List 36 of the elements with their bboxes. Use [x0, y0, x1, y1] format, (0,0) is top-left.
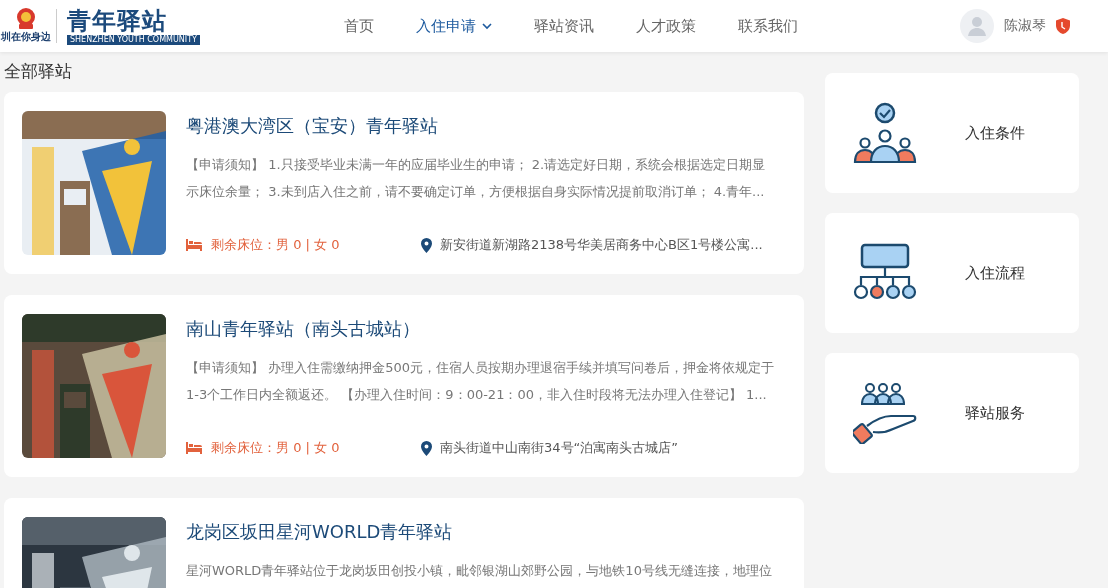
- nav-link[interactable]: 人才政策: [636, 16, 696, 36]
- station-notice: 【申请须知】 1.只接受毕业未满一年的应届毕业生的申请； 2.请选定好日期，系统会根据选定日期显示床位余量； 3.未到店入住之前，请不要确定订单，方便根据自身实际情况提前取消订单； 4.青年...: [186, 156, 767, 201]
- logo-slogan: 圳在你身边: [1, 30, 51, 44]
- nav-link[interactable]: 入住申请: [416, 16, 492, 36]
- side-link-card[interactable]: 驿站服务: [825, 353, 1079, 473]
- station-address: 新安街道新湖路2138号华美居商务中心B区1号楼公寓...: [440, 236, 763, 254]
- nav-link[interactable]: 首页: [344, 16, 374, 36]
- beds-remaining: 剩余床位：男 0 | 女 0: [211, 236, 340, 254]
- logo-title: 青年驿站: [67, 7, 167, 35]
- location-pin-icon: [421, 440, 432, 456]
- shield-icon[interactable]: [1056, 18, 1070, 34]
- station-address: 南头街道中山南街34号“泊寓南头古城店”: [440, 439, 678, 457]
- bed-icon: [186, 239, 202, 251]
- side-link-card[interactable]: 入住流程: [825, 213, 1079, 333]
- station-card[interactable]: 南山青年驿站（南头古城站） 【申请须知】 办理入住需缴纳押金500元，住宿人员按期办理退宿手续并填写问卷后，押金将依规定于1-3个工作日内全额返还。 【办理入住时间：9：00-21：00，非入住时段将无法办理入住登记】 1... 剩余床位：男 0 | 女 0 南头街道中山南街34号“泊寓南头古城店”: [4, 295, 804, 477]
- people-check-icon: [853, 102, 917, 164]
- side-link-label: 驿站服务: [965, 403, 1025, 423]
- side-link-label: 入住流程: [965, 263, 1025, 283]
- side-link-label: 入住条件: [965, 123, 1025, 143]
- bed-icon: [186, 442, 202, 454]
- station-notice: 星河WORLD青年驿站位于龙岗坂田创投小镇，毗邻银湖山郊野公园，与地铁10号线无缝连接，地理位: [186, 562, 773, 580]
- station-card[interactable]: 龙岗区坂田星河WORLD青年驿站 星河WORLD青年驿站位于龙岗坂田创投小镇，毗邻银湖山郊野公园，与地铁10号线无缝连接，地理位: [4, 498, 804, 588]
- station-notice: 【申请须知】 办理入住需缴纳押金500元，住宿人员按期办理退宿手续并填写问卷后，押金将依规定于1-3个工作日内全额返还。 【办理入住时间：9：00-21：00，非入住时段将无法办理入住登记】 1...: [186, 359, 775, 404]
- station-card[interactable]: 粤港澳大湾区（宝安）青年驿站 【申请须知】 1.只接受毕业未满一年的应届毕业生的申请； 2.请选定好日期，系统会根据选定日期显示床位余量； 3.未到店入住之前，请不要确定订单，方便根据自身实际情况提前取消订单； 4.青年... 剩余床位：男 0 | 女 0 新安街道新湖路2138号华美居商务中心B区1号楼公寓...: [4, 92, 804, 274]
- side-link-card[interactable]: 入住条件: [825, 73, 1079, 193]
- user-name[interactable]: 陈淑琴: [1004, 17, 1046, 35]
- station-title[interactable]: 南山青年驿站（南头古城站）: [186, 316, 786, 342]
- beds-remaining: 剩余床位：男 0 | 女 0: [211, 439, 340, 457]
- nav-link[interactable]: 驿站资讯: [534, 16, 594, 36]
- hand-people-icon: [853, 382, 917, 444]
- location-pin-icon: [421, 237, 432, 253]
- station-title[interactable]: 龙岗区坂田星河WORLD青年驿站: [186, 519, 786, 545]
- nav-link[interactable]: 联系我们: [738, 16, 798, 36]
- station-title[interactable]: 粤港澳大湾区（宝安）青年驿站: [186, 113, 786, 139]
- logo-subtitle: SHENZHEN YOUTH COMMUNITY: [67, 35, 200, 45]
- section-title: 全部驿站: [4, 60, 73, 83]
